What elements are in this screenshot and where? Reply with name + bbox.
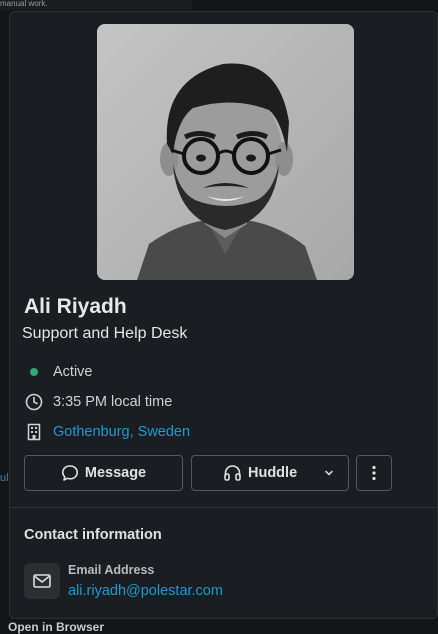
- active-dot-icon: [24, 362, 44, 382]
- profile-photo[interactable]: [97, 24, 354, 280]
- location-row: Gothenburg, Sweden: [24, 422, 190, 442]
- avatar: [97, 24, 354, 280]
- local-time-text: 3:35 PM local time: [53, 394, 173, 410]
- background-snippet: manual work.: [0, 0, 192, 10]
- contact-section-title: Contact information: [24, 527, 162, 543]
- status-text: Active: [53, 364, 93, 380]
- building-icon: [24, 422, 44, 442]
- background-fragment: ul: [0, 472, 9, 484]
- clock-icon: [24, 392, 44, 412]
- chat-bubble-icon: [61, 464, 79, 482]
- email-label: Email Address: [68, 563, 155, 577]
- location-link[interactable]: Gothenburg, Sweden: [53, 424, 190, 440]
- profile-name: Ali Riyadh: [24, 295, 127, 318]
- more-actions-button[interactable]: [356, 455, 392, 491]
- local-time-row: 3:35 PM local time: [24, 392, 172, 412]
- profile-title: Support and Help Desk: [22, 325, 188, 342]
- section-divider: [10, 507, 438, 508]
- headphones-icon: [223, 464, 242, 482]
- background-text: manual work.: [0, 0, 48, 8]
- open-in-browser-link[interactable]: Open in Browser: [8, 620, 104, 634]
- huddle-button[interactable]: Huddle: [191, 455, 349, 491]
- envelope-icon: [24, 563, 60, 599]
- message-button[interactable]: Message: [24, 455, 183, 491]
- profile-card: Ali Riyadh Support and Help Desk Active …: [9, 11, 438, 619]
- more-vertical-icon: [372, 465, 376, 481]
- message-label: Message: [84, 465, 147, 481]
- status-row: Active: [24, 362, 93, 382]
- huddle-label: Huddle: [248, 465, 298, 481]
- chevron-down-icon[interactable]: [324, 469, 334, 477]
- email-link[interactable]: ali.riyadh@polestar.com: [68, 583, 223, 599]
